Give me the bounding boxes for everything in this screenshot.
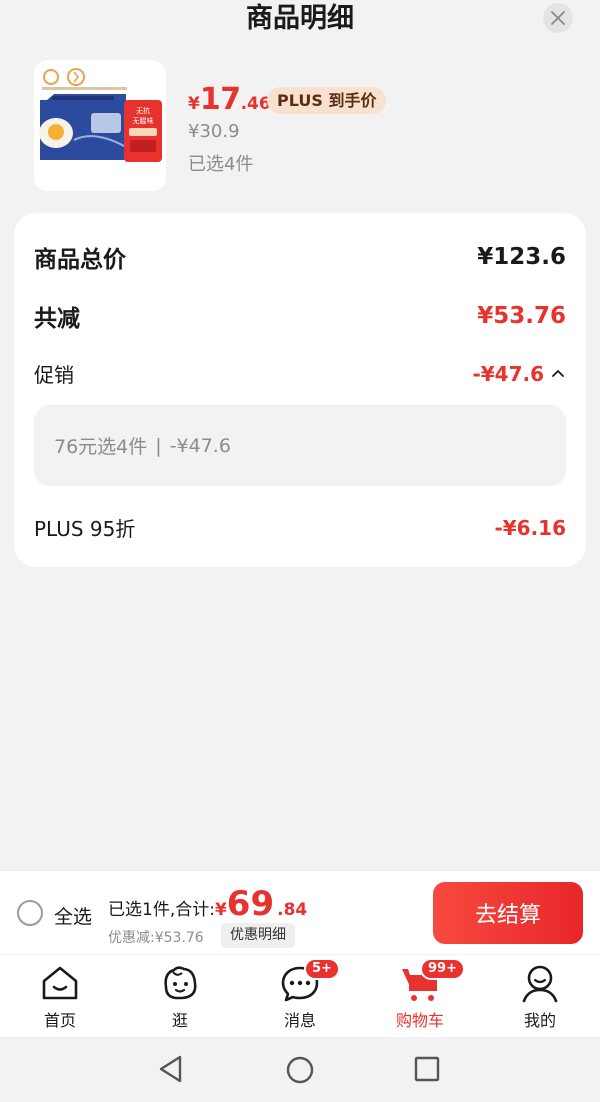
total-price-label: 商品总价 <box>34 247 126 273</box>
total-price-value: ¥123.6 <box>477 244 566 270</box>
promotion-separator: | <box>155 434 162 457</box>
plus-discount-value: -¥6.16 <box>494 515 566 540</box>
plus-discount-label: PLUS 95折 <box>34 517 136 541</box>
total-price-row: 商品总价 ¥123.6 <box>34 240 566 274</box>
price-currency: ¥ <box>188 94 200 114</box>
plus-price-tag: PLUS 到手价 <box>267 87 387 114</box>
summary-total-decimal: .84 <box>277 900 308 920</box>
reduced-row: 共减 ¥53.76 <box>34 299 566 333</box>
select-all-label[interactable]: 全选 <box>54 902 92 929</box>
selected-count: 已选4件 <box>188 154 254 175</box>
browse-face-icon <box>164 966 197 1000</box>
bottom-tab-bar: 首页 逛 5+ 消息 99+ 购物车 我的 <box>0 955 600 1037</box>
messages-badge: 5+ <box>304 958 340 980</box>
original-price: ¥30.9 <box>188 121 240 142</box>
tab-cart[interactable]: 99+ 购物车 <box>360 955 480 1037</box>
checkout-button[interactable]: 去结算 <box>433 882 583 944</box>
reduced-label: 共减 <box>34 306 80 332</box>
egg-box-image: 无抗 无腥味 <box>34 60 166 191</box>
select-all-radio[interactable] <box>17 900 43 926</box>
recents-square-icon[interactable] <box>414 1056 440 1082</box>
back-icon[interactable] <box>157 1054 185 1084</box>
summary-total-integer: 69 <box>226 884 275 924</box>
checkout-summary: 已选1件,合计: ¥ 69 .84 <box>108 884 308 924</box>
promotion-value-group: -¥47.6 <box>472 362 566 386</box>
sheet-header: 商品明细 <box>0 0 600 40</box>
product-summary: 无抗 无腥味 ¥ 17 .46 <box>0 60 600 195</box>
chevron-up-icon[interactable] <box>550 366 566 382</box>
promotion-row[interactable]: 促销 -¥47.6 <box>34 359 566 388</box>
promotion-label: 促销 <box>34 363 74 387</box>
tab-messages[interactable]: 5+ 消息 <box>240 955 360 1037</box>
system-nav-bar <box>0 1037 600 1102</box>
tab-label-browse: 逛 <box>171 1011 188 1030</box>
price-detail-card: 商品总价 ¥123.6 共减 ¥53.76 促销 -¥47.6 76元选4件 |… <box>14 213 586 567</box>
plus-discount-row: PLUS 95折 -¥6.16 <box>34 513 566 542</box>
close-icon <box>551 11 565 25</box>
svg-text:无抗: 无抗 <box>136 106 150 115</box>
summary-prefix: 已选1件,合计: <box>108 900 215 920</box>
tab-label-cart: 购物车 <box>395 1011 444 1030</box>
tab-profile[interactable]: 我的 <box>480 955 600 1037</box>
checkout-bar: 全选 已选1件,合计: ¥ 69 .84 优惠减:¥53.76 优惠明细 去结算 <box>0 870 600 954</box>
discount-amount: 优惠减:¥53.76 <box>108 930 204 946</box>
promotion-rule: 76元选4件 <box>54 436 148 458</box>
home-icon <box>42 966 78 1000</box>
tab-label-messages: 消息 <box>283 1011 316 1030</box>
sheet-title: 商品明细 <box>246 3 354 34</box>
svg-text:无腥味: 无腥味 <box>133 116 154 125</box>
promotion-rule-value: -¥47.6 <box>169 434 231 457</box>
tab-label-profile: 我的 <box>523 1011 556 1030</box>
price-decimal: .46 <box>240 94 271 114</box>
tab-browse[interactable]: 逛 <box>120 955 240 1037</box>
discount-detail-button[interactable]: 优惠明细 <box>221 923 295 948</box>
product-image[interactable]: 无抗 无腥味 <box>34 60 166 191</box>
price-integer: 17 <box>199 82 241 117</box>
close-button[interactable] <box>543 3 573 33</box>
home-circle-icon[interactable] <box>285 1055 315 1085</box>
reduced-value: ¥53.76 <box>477 303 566 329</box>
tab-home[interactable]: 首页 <box>0 955 120 1037</box>
tab-label-home: 首页 <box>43 1011 76 1030</box>
promotion-value: -¥47.6 <box>472 361 544 386</box>
cart-badge: 99+ <box>420 958 465 980</box>
summary-currency: ¥ <box>214 900 227 920</box>
product-price: ¥ 17 .46 <box>188 82 271 117</box>
profile-icon <box>522 965 558 1003</box>
promotion-detail-box: 76元选4件 | -¥47.6 <box>34 405 566 486</box>
